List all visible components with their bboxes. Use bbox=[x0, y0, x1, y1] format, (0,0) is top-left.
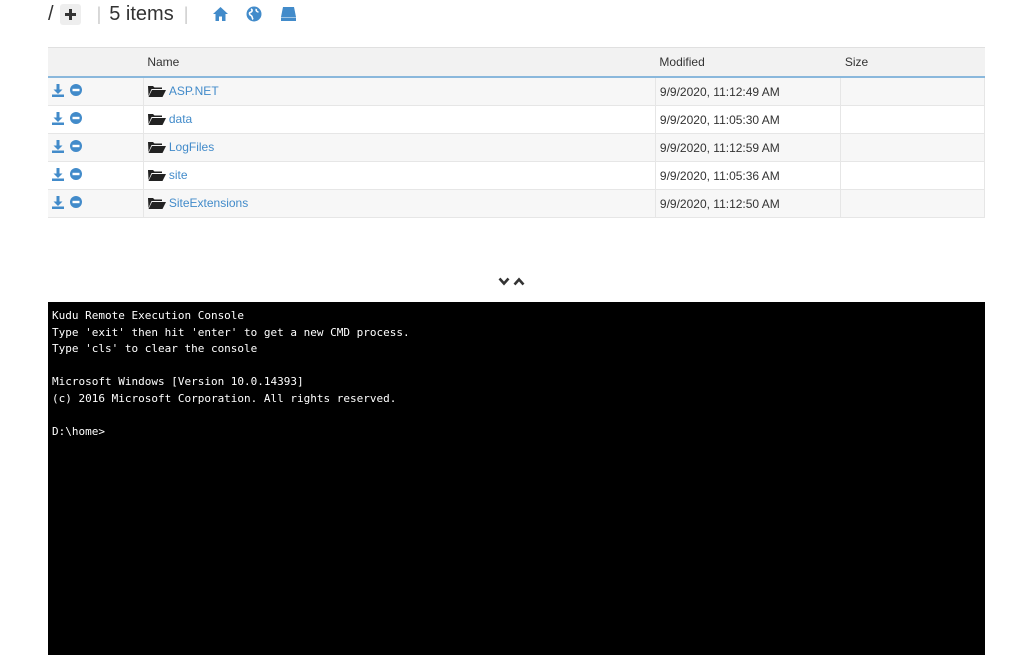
add-button[interactable] bbox=[59, 3, 81, 25]
row-size-cell bbox=[840, 77, 985, 106]
folder-link[interactable]: LogFiles bbox=[147, 139, 215, 154]
folder-name: SiteExtensions bbox=[168, 195, 249, 210]
download-icon[interactable] bbox=[52, 83, 64, 100]
folder-name: LogFiles bbox=[168, 139, 215, 154]
folder-name: data bbox=[168, 111, 193, 126]
console-line: Type 'exit' then hit 'enter' to get a ne… bbox=[52, 325, 410, 339]
folder-link[interactable]: site bbox=[147, 167, 188, 182]
table-row: SiteExtensions 9/9/2020, 11:12:50 AM bbox=[48, 189, 985, 218]
minus-circle-icon[interactable] bbox=[70, 84, 83, 99]
row-name-cell: LogFiles bbox=[143, 133, 656, 162]
row-actions bbox=[48, 189, 144, 218]
chevron-up-icon[interactable] bbox=[513, 277, 525, 286]
breadcrumb-separator-2: | bbox=[183, 3, 189, 24]
row-actions bbox=[48, 105, 144, 134]
header-actions bbox=[48, 47, 144, 78]
console-line: Microsoft Windows [Version 10.0.14393] bbox=[52, 375, 304, 388]
breadcrumb: / | 5 items | bbox=[48, 0, 298, 28]
row-actions bbox=[48, 77, 144, 106]
console-line: Kudu Remote Execution Console bbox=[52, 309, 245, 322]
drive-icon[interactable] bbox=[278, 4, 298, 24]
download-icon[interactable] bbox=[52, 167, 64, 184]
folder-link[interactable]: SiteExtensions bbox=[147, 195, 249, 210]
row-modified-cell: 9/9/2020, 11:12:49 AM bbox=[655, 77, 842, 106]
folder-link[interactable]: ASP.NET bbox=[147, 83, 219, 98]
row-modified-cell: 9/9/2020, 11:12:50 AM bbox=[655, 189, 842, 218]
table-header-row: Name Modified Size bbox=[48, 47, 985, 78]
breadcrumb-root[interactable]: / bbox=[48, 3, 54, 26]
row-modified-cell: 9/9/2020, 11:05:30 AM bbox=[655, 105, 842, 134]
table-row: ASP.NET 9/9/2020, 11:12:49 AM bbox=[48, 77, 985, 106]
folder-open-icon bbox=[147, 85, 166, 97]
row-modified-cell: 9/9/2020, 11:12:59 AM bbox=[655, 133, 842, 162]
row-size-cell bbox=[840, 105, 985, 134]
table-row: data 9/9/2020, 11:05:30 AM bbox=[48, 105, 985, 134]
console-resize-handle bbox=[498, 277, 525, 286]
row-name-cell: ASP.NET bbox=[143, 77, 656, 106]
row-name-cell: data bbox=[143, 105, 656, 134]
folder-name: ASP.NET bbox=[168, 83, 219, 98]
row-size-cell bbox=[840, 133, 985, 162]
plus-icon bbox=[64, 8, 76, 20]
header-name[interactable]: Name bbox=[143, 47, 656, 78]
row-actions bbox=[48, 161, 144, 190]
folder-link[interactable]: data bbox=[147, 111, 193, 126]
folder-open-icon bbox=[147, 141, 166, 153]
console-line: Type 'cls' to clear the console bbox=[52, 342, 258, 355]
console-line: (c) 2016 Microsoft Corporation. All righ… bbox=[52, 391, 397, 405]
item-count: 5 items bbox=[109, 2, 174, 25]
download-icon[interactable] bbox=[52, 195, 64, 212]
header-modified[interactable]: Modified bbox=[655, 47, 841, 78]
table-row: site 9/9/2020, 11:05:36 AM bbox=[48, 161, 985, 190]
minus-circle-icon[interactable] bbox=[70, 112, 83, 127]
globe-icon[interactable] bbox=[244, 4, 264, 24]
download-icon[interactable] bbox=[52, 139, 64, 156]
row-name-cell: SiteExtensions bbox=[143, 189, 656, 218]
row-modified-cell: 9/9/2020, 11:05:36 AM bbox=[655, 161, 842, 190]
folder-name: site bbox=[168, 167, 188, 182]
table-row: LogFiles 9/9/2020, 11:12:59 AM bbox=[48, 133, 985, 162]
file-table: Name Modified Size ASP.NET 9/9/2020, 11:… bbox=[48, 47, 985, 218]
chevron-down-icon[interactable] bbox=[498, 277, 510, 286]
console-line: D:\home> bbox=[52, 424, 105, 438]
console[interactable]: Kudu Remote Execution Console Type 'exit'… bbox=[48, 302, 985, 655]
folder-open-icon bbox=[147, 169, 166, 181]
header-size[interactable]: Size bbox=[840, 47, 985, 78]
home-icon[interactable] bbox=[210, 4, 230, 24]
minus-circle-icon[interactable] bbox=[70, 140, 83, 155]
folder-open-icon bbox=[147, 197, 166, 209]
breadcrumb-separator: | bbox=[96, 3, 102, 24]
minus-circle-icon[interactable] bbox=[70, 168, 83, 183]
folder-open-icon bbox=[147, 113, 166, 125]
row-actions bbox=[48, 133, 144, 162]
row-name-cell: site bbox=[143, 161, 656, 190]
minus-circle-icon[interactable] bbox=[70, 196, 83, 211]
row-size-cell bbox=[840, 161, 985, 190]
download-icon[interactable] bbox=[52, 111, 64, 128]
row-size-cell bbox=[840, 189, 985, 218]
